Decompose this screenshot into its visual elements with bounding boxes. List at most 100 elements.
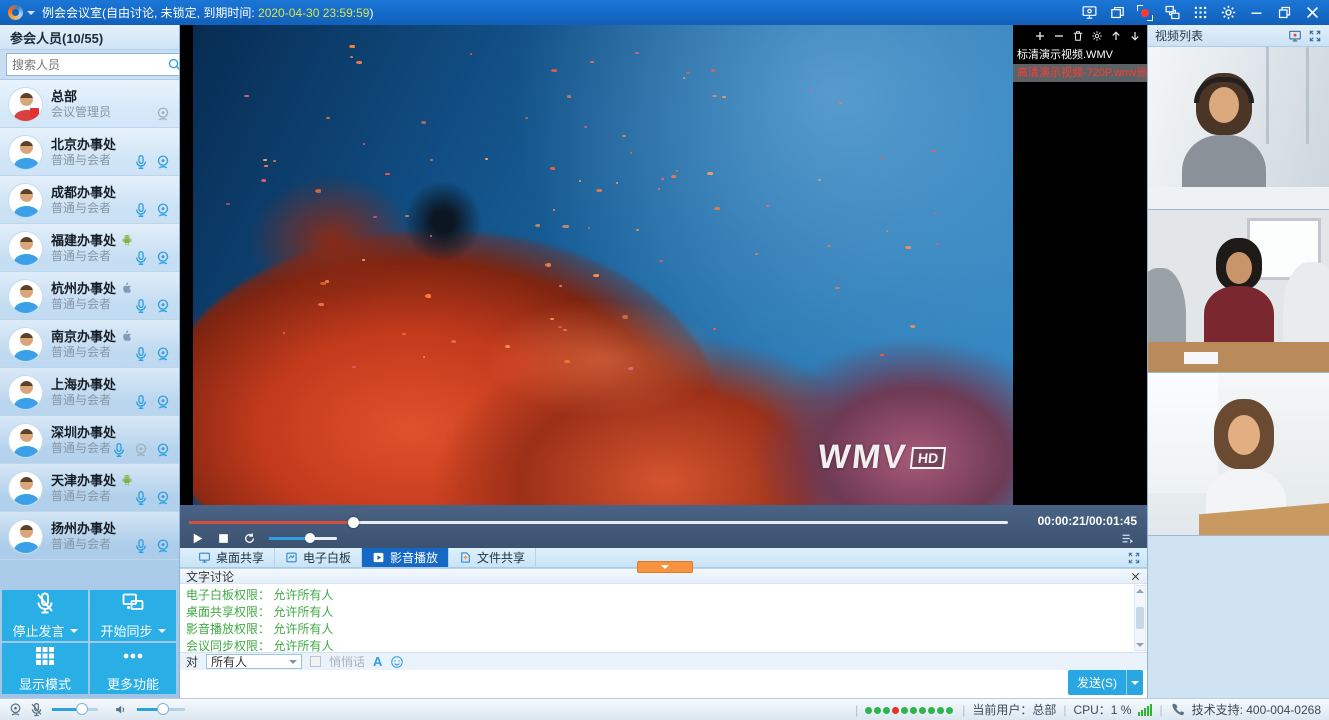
send-button[interactable]: 发送(S) xyxy=(1068,670,1143,695)
camera-icon[interactable] xyxy=(155,346,171,362)
ellipsis-button[interactable]: 更多功能 xyxy=(90,643,176,694)
settings-icon[interactable] xyxy=(1091,30,1103,42)
speaker-icon[interactable] xyxy=(114,702,129,717)
remote-video-thumbnail-2[interactable] xyxy=(1148,210,1329,373)
playlist-item[interactable]: 高清演示视频-720P.wmv删除 xyxy=(1013,64,1147,82)
volume-slider[interactable] xyxy=(269,537,337,540)
speaker-volume-slider[interactable] xyxy=(137,708,185,711)
participant-row[interactable]: 扬州办事处普通与会者 xyxy=(0,512,179,560)
search-input[interactable] xyxy=(12,58,167,72)
participant-row[interactable]: 成都办事处普通与会者 xyxy=(0,176,179,224)
screen-broadcast-icon[interactable] xyxy=(1081,4,1098,21)
move-up-icon[interactable] xyxy=(1110,30,1122,42)
panel-expand-icon[interactable] xyxy=(1308,29,1322,43)
volume-handle[interactable] xyxy=(305,533,315,543)
search-box[interactable] xyxy=(6,53,180,76)
camera-off-icon[interactable] xyxy=(155,106,171,122)
dropdown-caret-icon[interactable] xyxy=(70,629,78,637)
tab-label: 桌面共享 xyxy=(216,549,264,566)
mic-volume-slider[interactable] xyxy=(52,708,98,711)
camera-icon[interactable] xyxy=(155,394,171,410)
maximize-icon[interactable] xyxy=(1276,4,1293,21)
mic-icon[interactable] xyxy=(133,538,149,554)
whisper-checkbox[interactable] xyxy=(310,656,321,667)
chat-close-icon[interactable] xyxy=(1130,571,1141,582)
mic-icon[interactable] xyxy=(133,250,149,266)
display-grid-icon[interactable] xyxy=(1192,4,1209,21)
participant-row[interactable]: 天津办事处普通与会者 xyxy=(0,464,179,512)
play-button[interactable] xyxy=(191,532,204,545)
mic-icon[interactable] xyxy=(133,490,149,506)
camera-icon[interactable] xyxy=(155,442,171,458)
remote-video-thumbnail-3[interactable] xyxy=(1148,373,1329,536)
move-down-icon[interactable] xyxy=(1129,30,1141,42)
mic-icon[interactable] xyxy=(111,442,127,458)
participant-row[interactable]: 北京办事处普通与会者 xyxy=(0,128,179,176)
participant-row[interactable]: 杭州办事处普通与会者 xyxy=(0,272,179,320)
seek-bar[interactable] xyxy=(189,521,1008,524)
stop-button[interactable] xyxy=(217,532,230,545)
screen-share-icon[interactable] xyxy=(1164,4,1181,21)
chat-scrollbar[interactable] xyxy=(1134,585,1146,651)
camera-icon[interactable] xyxy=(155,298,171,314)
camera-off-icon[interactable] xyxy=(133,442,149,458)
participant-row[interactable]: 上海办事处普通与会者 xyxy=(0,368,179,416)
video-wall-icon[interactable] xyxy=(1288,29,1302,43)
tab-影音播放[interactable]: 影音播放 xyxy=(362,548,449,567)
emoji-button[interactable] xyxy=(390,655,404,669)
settings-icon[interactable] xyxy=(1220,4,1237,21)
camera-status-icon[interactable] xyxy=(8,702,23,717)
delete-icon[interactable] xyxy=(1072,30,1084,42)
mic-icon[interactable] xyxy=(133,394,149,410)
scroll-up-icon[interactable] xyxy=(1136,585,1144,593)
participant-status-icons xyxy=(155,106,171,122)
camera-icon[interactable] xyxy=(155,202,171,218)
status-dot-red xyxy=(892,707,899,714)
delete-item-link[interactable]: 删除 xyxy=(1137,64,1147,82)
participant-row[interactable]: 福建办事处普通与会者 xyxy=(0,224,179,272)
font-button[interactable]: A xyxy=(373,654,382,669)
video-playback-area[interactable]: WMV HD xyxy=(193,25,1013,505)
mic-icon[interactable] xyxy=(133,202,149,218)
send-options-chevron[interactable] xyxy=(1126,670,1143,695)
replay-button[interactable] xyxy=(243,532,256,545)
minimize-icon[interactable] xyxy=(1248,4,1265,21)
tab-文件共享[interactable]: 文件共享 xyxy=(449,548,536,567)
tab-桌面共享[interactable]: 桌面共享 xyxy=(188,548,275,567)
message-input[interactable] xyxy=(180,670,1147,698)
mic-off-button[interactable]: 停止发言 xyxy=(2,590,88,641)
playlist-toggle-icon[interactable] xyxy=(1120,532,1135,545)
participant-row[interactable]: 南京办事处普通与会者 xyxy=(0,320,179,368)
add-icon[interactable] xyxy=(1034,30,1046,42)
window-mode-icon[interactable] xyxy=(1109,4,1126,21)
camera-icon[interactable] xyxy=(155,250,171,266)
close-icon[interactable] xyxy=(1304,4,1321,21)
participant-row[interactable]: 总部会议管理员 xyxy=(0,80,179,128)
mic-icon[interactable] xyxy=(133,346,149,362)
record-icon[interactable] xyxy=(1137,5,1153,21)
mic-icon[interactable] xyxy=(133,298,149,314)
tab-电子白板[interactable]: 电子白板 xyxy=(275,548,362,567)
mic-muted-icon[interactable] xyxy=(29,702,44,717)
seek-handle[interactable] xyxy=(348,517,359,528)
playlist-item[interactable]: 标清演示视频.WMV xyxy=(1013,46,1147,64)
camera-icon[interactable] xyxy=(155,154,171,170)
mic-volume-knob[interactable] xyxy=(76,703,88,715)
scroll-down-icon[interactable] xyxy=(1136,643,1144,651)
chat-collapse-handle[interactable] xyxy=(637,561,693,573)
grid-button[interactable]: 显示模式 xyxy=(2,643,88,694)
camera-icon[interactable] xyxy=(155,538,171,554)
scroll-thumb[interactable] xyxy=(1136,607,1144,629)
sync-screens-button[interactable]: 开始同步 xyxy=(90,590,176,641)
dropdown-caret-icon[interactable] xyxy=(158,629,166,637)
mic-icon[interactable] xyxy=(133,154,149,170)
remove-icon[interactable] xyxy=(1053,30,1065,42)
expand-icon[interactable] xyxy=(1127,551,1141,565)
participant-row[interactable]: 深圳办事处普通与会者 xyxy=(0,416,179,464)
recipient-select[interactable]: 所有人 xyxy=(206,654,302,669)
camera-icon[interactable] xyxy=(155,490,171,506)
search-icon[interactable] xyxy=(167,57,180,72)
speaker-volume-knob[interactable] xyxy=(157,703,169,715)
app-menu-chevron-icon[interactable] xyxy=(27,11,35,19)
remote-video-thumbnail-1[interactable] xyxy=(1148,47,1329,210)
